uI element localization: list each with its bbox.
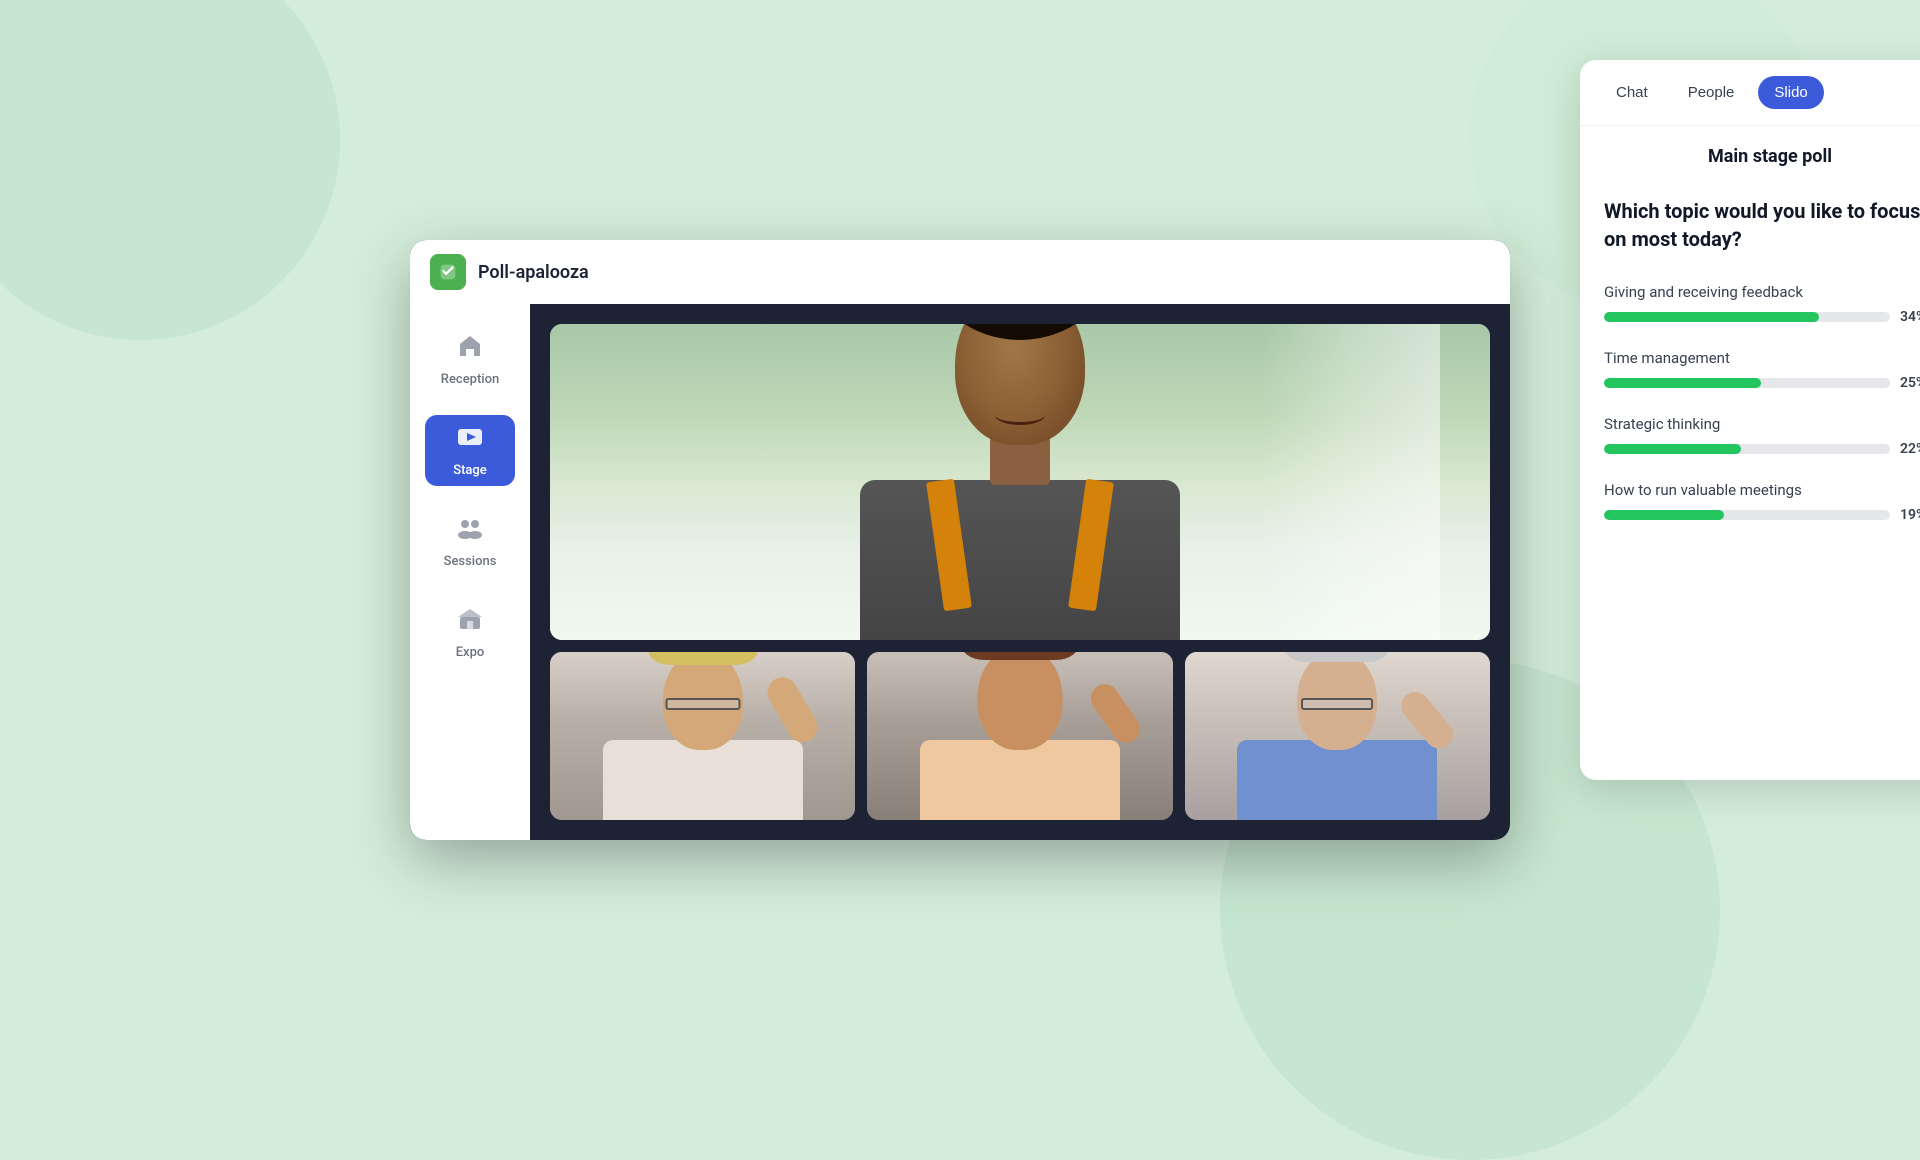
video-thumb-3 [1185, 652, 1490, 820]
poll-bar-fill-4 [1604, 510, 1724, 520]
poll-pct-2: 25% [1900, 375, 1920, 391]
stage-icon [456, 423, 484, 457]
thumbnail-person-2 [867, 652, 1172, 820]
expo-icon [456, 605, 484, 639]
video-thumb-1 [550, 652, 855, 820]
poll-option-4: How to run valuable meetings 19% [1604, 481, 1920, 523]
poll-option-2-label: Time management [1604, 349, 1920, 367]
poll-bar-row-1: 34% [1604, 309, 1920, 325]
poll-bar-fill-1 [1604, 312, 1819, 322]
poll-option-4-label: How to run valuable meetings [1604, 481, 1920, 499]
sessions-icon [456, 514, 484, 548]
tab-people[interactable]: People [1672, 76, 1751, 109]
expo-label: Expo [456, 645, 485, 660]
thumbnail-person-1 [550, 652, 855, 820]
page-container: Poll-apalooza Reception [0, 0, 1920, 1080]
sidebar-item-stage[interactable]: Stage [425, 415, 515, 486]
panel-tabs: Chat People Slido [1580, 60, 1920, 126]
poll-pct-4: 19% [1900, 507, 1920, 523]
reception-label: Reception [441, 372, 499, 387]
video-thumb-2 [867, 652, 1172, 820]
thumbnail-person-3 [1185, 652, 1490, 820]
poll-pct-1: 34% [1900, 309, 1920, 325]
poll-bar-bg-1 [1604, 312, 1890, 322]
poll-bar-bg-2 [1604, 378, 1890, 388]
tab-chat[interactable]: Chat [1600, 76, 1664, 109]
tab-slido[interactable]: Slido [1758, 76, 1823, 109]
poll-option-3-label: Strategic thinking [1604, 415, 1920, 433]
app-logo [430, 254, 466, 290]
poll-bar-row-3: 22% [1604, 441, 1920, 457]
video-main [550, 324, 1490, 640]
app-window: Poll-apalooza Reception [410, 240, 1510, 840]
poll-bar-fill-2 [1604, 378, 1761, 388]
poll-bar-row-2: 25% [1604, 375, 1920, 391]
poll-option-1-label: Giving and receiving feedback [1604, 283, 1920, 301]
poll-bar-bg-4 [1604, 510, 1890, 520]
main-video-background [550, 324, 1490, 640]
slido-panel: Chat People Slido Main stage poll Which … [1580, 60, 1920, 780]
app-content [530, 304, 1510, 840]
poll-bar-fill-3 [1604, 444, 1741, 454]
stage-label: Stage [453, 463, 487, 478]
sidebar-item-reception[interactable]: Reception [425, 324, 515, 395]
poll-bar-bg-3 [1604, 444, 1890, 454]
poll-option-1: Giving and receiving feedback 34% [1604, 283, 1920, 325]
home-icon [456, 332, 484, 366]
app-sidebar: Reception Stage [410, 304, 530, 840]
panel-section-title: Main stage poll [1580, 126, 1920, 177]
sessions-label: Sessions [444, 554, 497, 569]
poll-question: Which topic would you like to focus on m… [1604, 197, 1920, 253]
sidebar-item-sessions[interactable]: Sessions [425, 506, 515, 577]
video-thumbnails [550, 652, 1490, 820]
poll-bar-row-4: 19% [1604, 507, 1920, 523]
poll-option-3: Strategic thinking 22% [1604, 415, 1920, 457]
app-topbar: Poll-apalooza [410, 240, 1510, 304]
poll-option-2: Time management 25% [1604, 349, 1920, 391]
poll-content: Which topic would you like to focus on m… [1580, 177, 1920, 780]
poll-pct-3: 22% [1900, 441, 1920, 457]
sidebar-item-expo[interactable]: Expo [425, 597, 515, 668]
app-title: Poll-apalooza [478, 262, 589, 283]
